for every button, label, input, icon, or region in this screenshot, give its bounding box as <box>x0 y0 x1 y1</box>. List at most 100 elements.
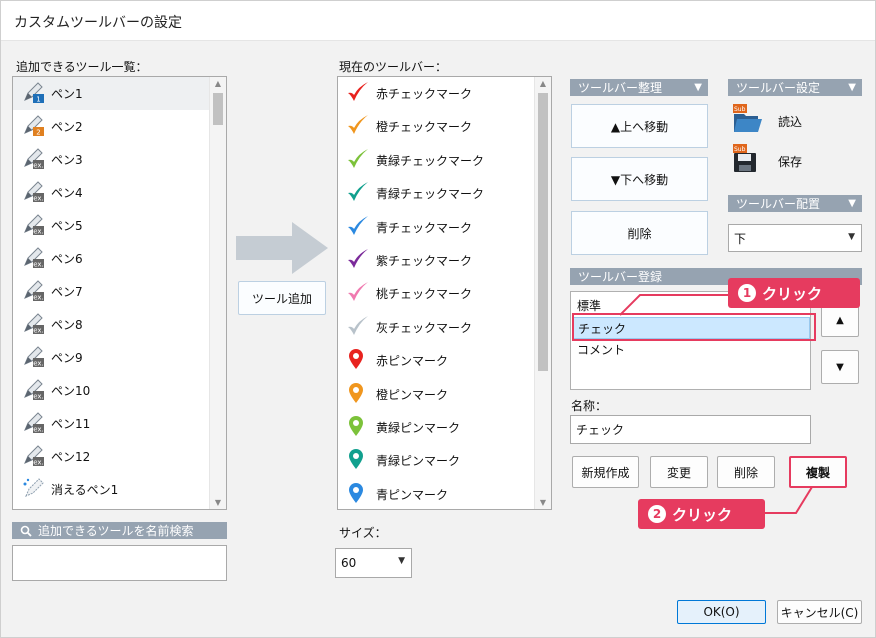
svg-text:ex.: ex. <box>33 294 44 302</box>
duplicate-button[interactable]: 複製 <box>789 456 847 488</box>
toolbar-item[interactable]: 橙ピンマーク <box>338 378 534 411</box>
svg-text:ex.: ex. <box>33 360 44 368</box>
toolbar-item[interactable]: 赤ピンマーク <box>338 344 534 377</box>
placement-header: ツールバー配置 ▼ <box>728 195 862 212</box>
toolbar-item-label: 黄緑チェックマーク <box>376 153 485 168</box>
ok-button[interactable]: OK(O) <box>677 600 766 624</box>
name-label: 名称： <box>571 399 608 413</box>
available-tool-item[interactable]: ex. ペン6 <box>13 242 209 275</box>
delete-register-button[interactable]: 削除 <box>717 456 775 488</box>
toolbar-item[interactable]: 黄緑ピンマーク <box>338 411 534 444</box>
toolbar-item[interactable]: 灰チェックマーク <box>338 311 534 344</box>
register-up-button[interactable]: ▲ <box>821 303 859 337</box>
toolbar-item[interactable]: 青チェックマーク <box>338 211 534 244</box>
toolbar-item[interactable]: 青緑チェックマーク <box>338 177 534 210</box>
cancel-button[interactable]: キャンセル(C) <box>777 600 862 624</box>
available-tool-label: ペン9 <box>51 351 83 365</box>
placement-header-label: ツールバー配置 <box>736 197 821 211</box>
pin-icon <box>346 348 370 373</box>
toolbar-item[interactable]: 橙チェックマーク <box>338 110 534 143</box>
size-value: 60 <box>341 556 357 570</box>
toolbar-item-label: 灰チェックマーク <box>376 320 473 335</box>
available-tools-list[interactable]: 1 ペン1 2 ペン2 ex. ペン3 ex. ペン4 ex. ペン5 ex. ペン6 ex. ペン7 ex… <box>12 76 227 510</box>
available-tool-label: ペン7 <box>51 285 83 299</box>
available-tool-item[interactable]: ex. ペン8 <box>13 308 209 341</box>
chevron-down-icon[interactable]: ▼ <box>848 82 856 93</box>
toolbar-item[interactable]: 青ピンマーク <box>338 478 534 509</box>
toolbar-item-label: 橙チェックマーク <box>376 120 473 135</box>
delete-tool-button[interactable]: 削除 <box>571 211 708 255</box>
available-tool-label: ペン4 <box>51 186 83 200</box>
search-icon <box>20 525 32 537</box>
chevron-down-icon[interactable]: ▼ <box>848 198 856 209</box>
toolbar-item-label: 紫チェックマーク <box>376 254 473 268</box>
toolbar-item[interactable]: 黄緑チェックマーク <box>338 144 534 177</box>
scroll-thumb[interactable] <box>213 93 223 125</box>
add-tool-button[interactable]: ツール追加 <box>238 281 326 315</box>
save-disk-icon: Sub <box>733 144 756 172</box>
available-tool-item[interactable]: ex. ペン11 <box>13 407 209 440</box>
checkmark-icon <box>346 315 370 340</box>
move-up-button[interactable]: ▲上へ移動 <box>571 104 708 148</box>
svg-text:1: 1 <box>36 96 40 104</box>
toolbar-item[interactable]: 青緑ピンマーク <box>338 444 534 477</box>
new-button[interactable]: 新規作成 <box>572 456 639 488</box>
register-header-label: ツールバー登録 <box>578 270 663 284</box>
move-down-button[interactable]: ▼下へ移動 <box>571 157 708 201</box>
callout-1-text: クリック <box>762 284 823 303</box>
available-tool-item[interactable]: 消えるペン1 <box>13 473 209 506</box>
pen-icon: ex. <box>21 179 45 206</box>
search-header: 追加できるツールを名前検索 <box>12 522 227 539</box>
available-tool-item[interactable]: 1 ペン1 <box>13 77 209 110</box>
current-toolbar-label: 現在のツールバー： <box>339 60 448 74</box>
scroll-up-arrow-icon[interactable]: ▲ <box>210 79 226 88</box>
pen-icon: 2 <box>21 113 45 140</box>
toolbar-item-label: 桃チェックマーク <box>376 287 473 302</box>
scroll-down-arrow-icon[interactable]: ▼ <box>535 498 551 507</box>
current-toolbar-scrollbar[interactable]: ▲ ▼ <box>534 77 551 509</box>
placement-select[interactable]: 下 ▼ <box>728 224 862 252</box>
svg-text:Sub: Sub <box>734 146 746 153</box>
save-button[interactable]: Sub 保存 <box>732 144 842 174</box>
size-select[interactable]: 60 ▼ <box>335 548 412 578</box>
toolbar-item-label: 橙ピンマーク <box>376 387 449 402</box>
available-tool-item[interactable]: ex. ペン9 <box>13 341 209 374</box>
available-tool-item[interactable]: ex. ペン4 <box>13 176 209 209</box>
toolbar-name-input[interactable]: チェック <box>570 415 811 444</box>
organize-header-label: ツールバー整理 <box>578 81 663 95</box>
search-header-label: 追加できるツールを名前検索 <box>38 524 194 538</box>
scroll-down-arrow-icon[interactable]: ▼ <box>210 498 226 507</box>
available-tools-scrollbar[interactable]: ▲ ▼ <box>209 77 226 509</box>
load-button[interactable]: Sub 読込 <box>732 104 842 134</box>
toolbar-item-label: 黄緑ピンマーク <box>376 421 461 435</box>
scroll-thumb[interactable] <box>538 93 548 371</box>
current-toolbar-list[interactable]: 赤チェックマーク橙チェックマーク 黄緑チェックマーク青緑チェックマーク 青チェックマ… <box>337 76 552 510</box>
available-tool-label: ペン10 <box>51 384 91 398</box>
available-tool-item[interactable]: ex. ペン5 <box>13 209 209 242</box>
svg-text:ex.: ex. <box>33 195 44 203</box>
register-down-button[interactable]: ▼ <box>821 350 859 384</box>
toolbar-item[interactable]: 紫チェックマーク <box>338 244 534 277</box>
register-list-item[interactable]: コメント <box>573 339 808 359</box>
svg-text:2: 2 <box>36 129 40 137</box>
available-tool-item[interactable]: ex. ペン10 <box>13 374 209 407</box>
size-label: サイズ： <box>339 526 387 540</box>
callout-1-connector <box>620 294 730 316</box>
available-tool-label: ペン12 <box>51 450 91 464</box>
available-tool-label: ペン8 <box>51 318 83 332</box>
toolbar-item[interactable]: 赤チェックマーク <box>338 77 534 110</box>
available-tool-item[interactable]: 2 ペン2 <box>13 110 209 143</box>
tool-search-input[interactable] <box>12 545 227 581</box>
available-tool-item[interactable]: ex. ペン3 <box>13 143 209 176</box>
pen-icon: ex. <box>21 245 45 272</box>
available-tool-item[interactable]: ex. ペン12 <box>13 440 209 473</box>
toolbar-item[interactable]: 桃チェックマーク <box>338 277 534 310</box>
change-button[interactable]: 変更 <box>650 456 708 488</box>
scroll-up-arrow-icon[interactable]: ▲ <box>535 79 551 88</box>
callout-1: 1 クリック <box>728 278 860 308</box>
register-list-item-label: コメント <box>577 342 626 357</box>
chevron-down-icon[interactable]: ▼ <box>694 82 702 93</box>
available-tool-item[interactable]: ex. ペン7 <box>13 275 209 308</box>
svg-text:ex.: ex. <box>33 261 44 269</box>
available-tool-label: ペン3 <box>51 153 83 167</box>
